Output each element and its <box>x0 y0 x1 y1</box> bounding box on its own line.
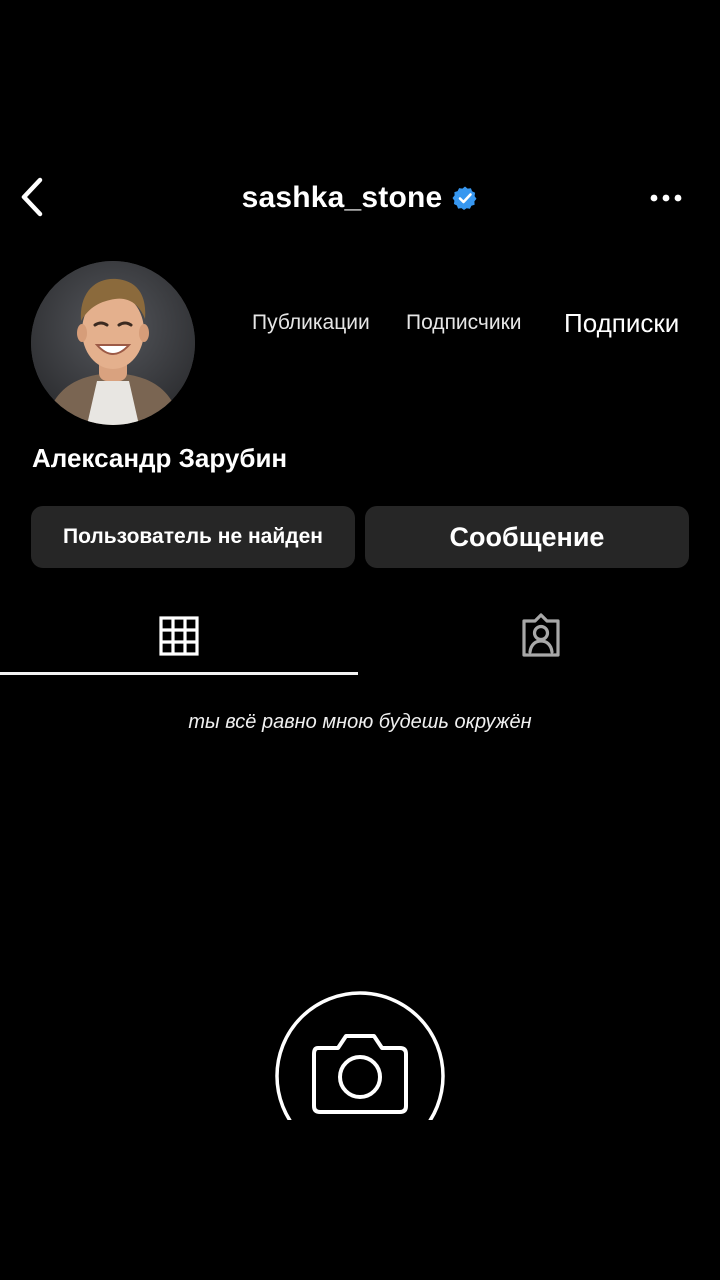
profile-avatar[interactable] <box>31 261 195 425</box>
tab-tagged[interactable] <box>362 598 720 674</box>
tab-posts-grid[interactable] <box>0 598 358 674</box>
grid-icon <box>159 616 199 656</box>
verified-badge-icon <box>452 185 478 211</box>
profile-full-name: Александр Зарубин <box>32 442 288 473</box>
more-options-button[interactable] <box>640 180 692 216</box>
message-button[interactable]: Сообщение <box>365 506 689 568</box>
profile-bio: ты всё равно мною будешь окружён <box>188 710 532 733</box>
header-title: sashka_stone <box>0 176 720 220</box>
stat-posts-label[interactable]: Публикации <box>252 306 370 340</box>
active-tab-indicator <box>0 672 358 675</box>
more-horizontal-icon <box>650 194 682 202</box>
camera-icon <box>270 988 450 1120</box>
stat-following-label[interactable]: Подписки <box>564 306 679 340</box>
user-not-found-button[interactable]: Пользователь не найден <box>31 506 355 568</box>
stat-followers-label[interactable]: Подписчики <box>406 306 522 340</box>
tagged-user-icon <box>522 613 560 657</box>
profile-username: sashka_stone <box>241 181 443 214</box>
